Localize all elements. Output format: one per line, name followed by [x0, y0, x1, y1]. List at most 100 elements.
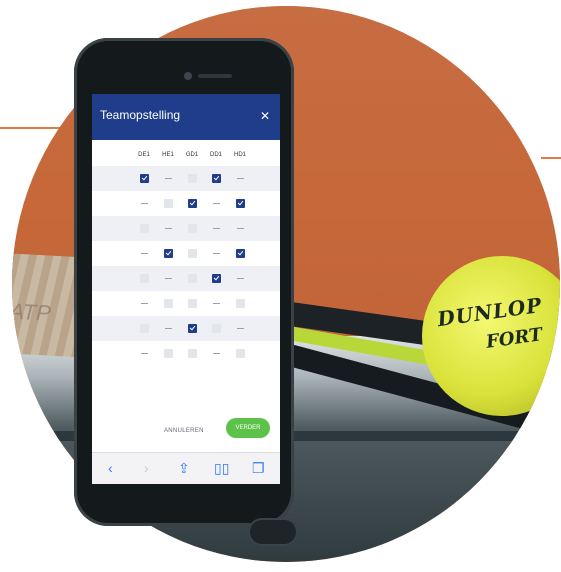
grid-row [92, 291, 280, 316]
page-title: Teamopstelling [100, 108, 181, 122]
tabs-icon[interactable]: ❐ [252, 461, 265, 475]
column-header: HE1 [162, 152, 174, 158]
grid-row [92, 316, 280, 341]
dash-mark [237, 178, 244, 179]
handle-text: ATP [12, 298, 52, 326]
column-header: HD1 [233, 152, 246, 158]
checkbox-checked[interactable] [140, 174, 149, 183]
dash-mark [165, 228, 172, 229]
checkbox[interactable] [236, 199, 245, 208]
dash-mark [165, 278, 172, 279]
empty-slot-dash [164, 274, 173, 283]
selection-grid [92, 166, 280, 366]
checkbox-checked[interactable] [188, 199, 197, 208]
checkbox-unchecked[interactable] [236, 299, 245, 308]
checkbox-unchecked[interactable] [140, 224, 149, 233]
dash-mark [141, 303, 148, 304]
checkbox-unchecked[interactable] [140, 324, 149, 333]
checkbox[interactable] [188, 174, 197, 183]
empty-slot-dash [212, 224, 221, 233]
checkbox[interactable] [212, 324, 221, 333]
checkbox-unchecked[interactable] [188, 249, 197, 258]
home-button[interactable] [248, 518, 298, 546]
grid-row [92, 191, 280, 216]
checkbox-unchecked[interactable] [164, 199, 173, 208]
forward-icon[interactable]: › [144, 461, 149, 475]
empty-slot-dash [164, 224, 173, 233]
phone-screen: Teamopstelling ✕ DE1 HE1 GD1 DD1 HD1 ANN… [92, 94, 280, 484]
checkbox[interactable] [140, 324, 149, 333]
checkbox-unchecked[interactable] [188, 299, 197, 308]
dash-mark [213, 353, 220, 354]
checkbox[interactable] [188, 249, 197, 258]
empty-slot-dash [140, 349, 149, 358]
share-icon[interactable]: ⇪ [178, 461, 190, 475]
checkbox[interactable] [188, 199, 197, 208]
checkbox[interactable] [188, 349, 197, 358]
grid-row [92, 266, 280, 291]
grid-row [92, 341, 280, 366]
bookmarks-icon[interactable]: ▯▯ [214, 461, 229, 475]
checkbox-checked[interactable] [236, 249, 245, 258]
empty-slot-dash [212, 199, 221, 208]
dash-mark [213, 303, 220, 304]
empty-slot-dash [212, 249, 221, 258]
checkbox-checked[interactable] [164, 249, 173, 258]
checkbox-unchecked[interactable] [164, 299, 173, 308]
dash-mark [213, 253, 220, 254]
checkbox[interactable] [140, 174, 149, 183]
back-icon[interactable]: ‹ [108, 461, 113, 475]
empty-slot-dash [212, 349, 221, 358]
checkbox-unchecked[interactable] [188, 174, 197, 183]
checkbox[interactable] [212, 174, 221, 183]
cancel-button[interactable]: ANNULEREN [164, 428, 204, 434]
dash-mark [237, 228, 244, 229]
checkbox[interactable] [164, 199, 173, 208]
checkbox-unchecked[interactable] [164, 349, 173, 358]
checkbox[interactable] [140, 224, 149, 233]
empty-slot-dash [236, 274, 245, 283]
checkbox-unchecked[interactable] [188, 349, 197, 358]
grid-row [92, 216, 280, 241]
checkbox[interactable] [236, 249, 245, 258]
checkbox[interactable] [212, 274, 221, 283]
checkbox-checked[interactable] [188, 324, 197, 333]
checkbox[interactable] [188, 274, 197, 283]
column-header: DE1 [138, 152, 150, 158]
checkbox[interactable] [188, 224, 197, 233]
empty-slot-dash [236, 224, 245, 233]
checkbox[interactable] [236, 349, 245, 358]
speaker-grille [198, 74, 232, 78]
checkbox-unchecked[interactable] [188, 224, 197, 233]
grid-row [92, 166, 280, 191]
checkbox[interactable] [164, 249, 173, 258]
dash-mark [237, 278, 244, 279]
checkbox-unchecked[interactable] [236, 349, 245, 358]
dash-mark [141, 253, 148, 254]
checkbox-unchecked[interactable] [212, 324, 221, 333]
checkbox[interactable] [236, 299, 245, 308]
next-button[interactable]: VERDER [226, 418, 270, 438]
checkbox[interactable] [188, 324, 197, 333]
empty-slot-dash [236, 174, 245, 183]
column-headers: DE1 HE1 GD1 DD1 HD1 [132, 152, 272, 164]
checkbox-checked[interactable] [236, 199, 245, 208]
browser-toolbar: ‹ › ⇪ ▯▯ ❐ [92, 452, 280, 484]
checkbox[interactable] [188, 299, 197, 308]
checkbox-unchecked[interactable] [188, 274, 197, 283]
empty-slot-dash [212, 299, 221, 308]
checkbox[interactable] [164, 299, 173, 308]
empty-slot-dash [140, 299, 149, 308]
checkbox-checked[interactable] [212, 274, 221, 283]
empty-slot-dash [140, 199, 149, 208]
app-header: Teamopstelling ✕ [92, 94, 280, 140]
dash-mark [213, 228, 220, 229]
column-header: GD1 [185, 152, 199, 158]
checkbox[interactable] [140, 274, 149, 283]
checkbox[interactable] [164, 349, 173, 358]
checkbox-unchecked[interactable] [140, 274, 149, 283]
checkbox-checked[interactable] [212, 174, 221, 183]
dash-mark [165, 328, 172, 329]
close-icon[interactable]: ✕ [260, 109, 270, 123]
dash-mark [141, 353, 148, 354]
